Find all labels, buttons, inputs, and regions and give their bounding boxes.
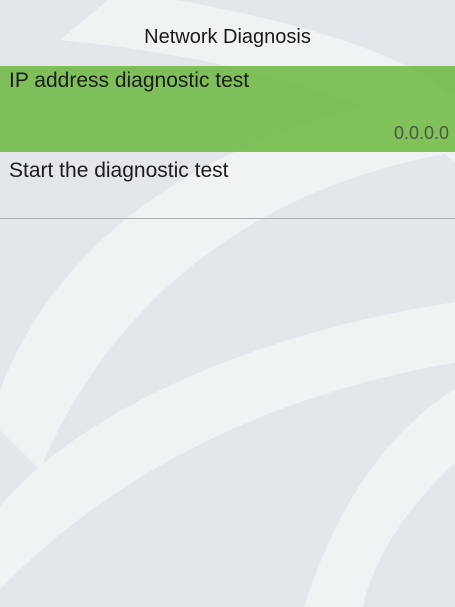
menu-item-label: IP address diagnostic test xyxy=(9,69,250,92)
title-bar: Network Diagnosis xyxy=(0,0,455,66)
menu-item-label: Start the diagnostic test xyxy=(9,159,229,182)
menu-item-ip-address-diagnostic-test[interactable]: IP address diagnostic test 0.0.0.0 xyxy=(0,66,455,152)
ip-address-value: 0.0.0.0 xyxy=(393,123,449,143)
network-diagnosis-screen: Network Diagnosis IP address diagnostic … xyxy=(0,0,455,607)
menu-item-start-diagnostic-test[interactable]: Start the diagnostic test xyxy=(0,152,455,219)
page-title: Network Diagnosis xyxy=(144,25,311,48)
